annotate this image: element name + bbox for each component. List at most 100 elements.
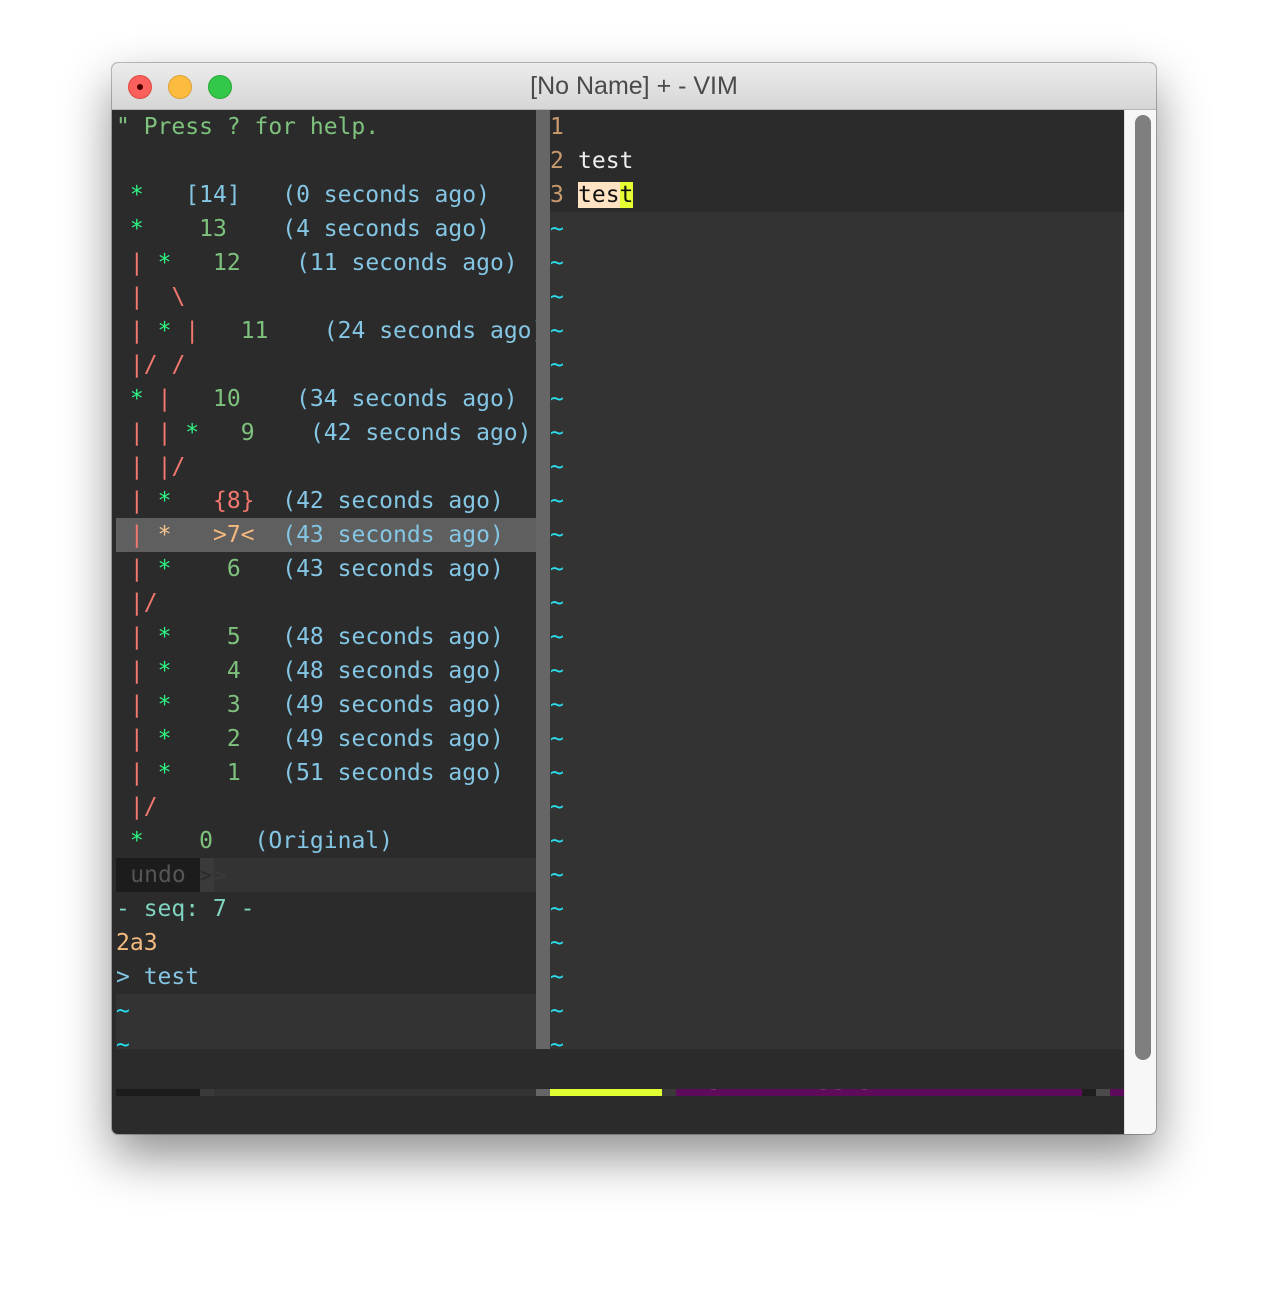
undotree-seq-number: 6 xyxy=(185,556,255,582)
undotree-timestamp: (49 seconds ago) xyxy=(254,692,504,718)
editor-line[interactable]: 3 test xyxy=(550,178,1124,212)
diff-change-ref: 2a3 xyxy=(116,930,158,956)
statusline-separator: > xyxy=(200,858,214,892)
undotree-pane[interactable]: " Press ? for help. * [14] (0 seconds ag… xyxy=(116,110,536,1098)
empty-line-marker: ~ xyxy=(550,794,564,820)
empty-line-marker: ~ xyxy=(116,998,130,1024)
empty-line-marker: ~ xyxy=(550,556,564,582)
empty-line-marker: ~ xyxy=(550,828,564,854)
line-number: 1 xyxy=(550,114,564,140)
undotree-graph: | * xyxy=(129,556,172,582)
undotree-graph: |/ / xyxy=(129,352,186,378)
undotree-timestamp: (0 seconds ago) xyxy=(240,182,490,208)
undotree-graph: | * | xyxy=(129,318,200,344)
undotree-graph-row: |/ xyxy=(116,790,536,824)
empty-line-marker: ~ xyxy=(550,624,564,650)
editor-line[interactable]: 2 test xyxy=(550,144,1124,178)
editor-line[interactable]: 1 xyxy=(550,110,1124,144)
undotree-timestamp: (51 seconds ago) xyxy=(254,760,504,786)
undotree-graph-row: |/ / xyxy=(116,348,536,382)
line-text: test xyxy=(578,148,634,174)
scrollbar[interactable] xyxy=(1124,110,1156,1134)
scrollbar-thumb[interactable] xyxy=(1135,115,1151,1060)
title-bar: [No Name] + - VIM xyxy=(112,63,1156,110)
undotree-graph: | * xyxy=(129,522,172,548)
undotree-entry[interactable]: * | 10 (34 seconds ago) xyxy=(116,382,536,416)
undotree-entry[interactable]: | * >7< (43 seconds ago) xyxy=(116,518,536,552)
empty-line-marker: ~ xyxy=(550,284,564,310)
empty-line-marker: ~ xyxy=(550,386,564,412)
undotree-seq-number: 11 xyxy=(213,318,283,344)
empty-line-marker: ~ xyxy=(550,590,564,616)
undotree-entry[interactable]: * 13 (4 seconds ago) xyxy=(116,212,536,246)
undotree-graph: |/ xyxy=(129,794,158,820)
undotree-graph: | * xyxy=(129,692,172,718)
undotree-graph: * xyxy=(129,216,144,242)
undotree-timestamp: (Original) xyxy=(226,828,393,854)
undotree-entry[interactable]: | * | 11 (24 seconds ago) xyxy=(116,314,536,348)
empty-line-marker: ~ xyxy=(550,488,564,514)
undotree-entry[interactable]: | * 2 (49 seconds ago) xyxy=(116,722,536,756)
undotree-graph: | |/ xyxy=(129,454,186,480)
editor-pane[interactable]: 1 2 test 3 test ~ ~ ~ ~ ~ ~ ~ ~ ~ ~ ~ ~ ~ ~ ~ ~ ~ ~ ~ ~ ~ ~ ~ ~ ~ xyxy=(550,110,1124,1062)
undotree-graph: | | * xyxy=(129,420,200,446)
undotree-seq-number: 3 xyxy=(185,692,255,718)
empty-line-marker: ~ xyxy=(550,726,564,752)
undotree-entry[interactable]: | * {8} (42 seconds ago) xyxy=(116,484,536,518)
undotree-entry[interactable]: | * 4 (48 seconds ago) xyxy=(116,654,536,688)
undotree-timestamp: (42 seconds ago) xyxy=(254,488,504,514)
undotree-entry[interactable]: | * 12 (11 seconds ago) xyxy=(116,246,536,280)
undotree-graph: | \ xyxy=(129,284,186,310)
undotree-graph-row: | \ xyxy=(116,280,536,314)
line-number: 2 xyxy=(550,148,564,174)
undotree-seq-number: 4 xyxy=(185,658,255,684)
empty-line-marker: ~ xyxy=(550,692,564,718)
undotree-seq-number: {8} xyxy=(185,488,255,514)
undotree-entry[interactable]: * [14] (0 seconds ago) xyxy=(116,178,536,212)
undotree-timestamp: (34 seconds ago) xyxy=(254,386,518,412)
vertical-split-separator[interactable] xyxy=(536,110,550,1096)
undotree-timestamp: (43 seconds ago) xyxy=(254,522,504,548)
empty-line-marker: ~ xyxy=(550,658,564,684)
undotree-entry[interactable]: | * 3 (49 seconds ago) xyxy=(116,688,536,722)
undotree-graph: | * xyxy=(129,760,172,786)
undotree-entry[interactable]: | * 5 (48 seconds ago) xyxy=(116,620,536,654)
undotree-entry[interactable]: * 0 (Original) xyxy=(116,824,536,858)
empty-line-marker: ~ xyxy=(550,930,564,956)
undotree-entry[interactable]: | * 1 (51 seconds ago) xyxy=(116,756,536,790)
diff-panel[interactable]: - seq: 7 - 2a3 > test xyxy=(116,892,536,994)
undotree-seq-number: 5 xyxy=(185,624,255,650)
undotree-seq-number: 10 xyxy=(185,386,255,412)
text-cursor: t xyxy=(619,182,634,208)
empty-line-marker: ~ xyxy=(550,862,564,888)
window-title: [No Name] + - VIM xyxy=(530,72,738,100)
undotree-graph-row: | |/ xyxy=(116,450,536,484)
empty-line-marker: ~ xyxy=(550,352,564,378)
undotree-entry[interactable]: | | * 9 (42 seconds ago) xyxy=(116,416,536,450)
undotree-graph: | * xyxy=(129,726,172,752)
vim-window: [No Name] + - VIM " Press ? for help. * … xyxy=(112,63,1156,1134)
undotree-statusline-label: undo xyxy=(116,858,200,892)
empty-line-marker: ~ xyxy=(550,964,564,990)
undotree-seq-number: [14] xyxy=(171,182,241,208)
empty-line-marker: ~ xyxy=(550,420,564,446)
empty-line-marker: ~ xyxy=(550,896,564,922)
undotree-timestamp: (4 seconds ago) xyxy=(240,216,490,242)
undotree-seq-number: >7< xyxy=(185,522,255,548)
empty-line-marker: ~ xyxy=(550,522,564,548)
undotree-timestamp: (24 seconds ago) xyxy=(282,318,536,344)
undotree-seq-number: 1 xyxy=(185,760,255,786)
empty-line-marker: ~ xyxy=(550,760,564,786)
statusline-separator-arrow: > xyxy=(214,863,227,887)
empty-line-marker: ~ xyxy=(550,318,564,344)
undotree-timestamp: (43 seconds ago) xyxy=(254,556,504,582)
undotree-seq-number: 2 xyxy=(185,726,255,752)
undotree-entry[interactable]: | * 6 (43 seconds ago) xyxy=(116,552,536,586)
undotree-graph: * xyxy=(129,828,144,854)
empty-line-marker: ~ xyxy=(550,998,564,1024)
command-line[interactable] xyxy=(112,1049,1156,1089)
terminal-area: " Press ? for help. * [14] (0 seconds ag… xyxy=(116,110,1128,1098)
line-number: 3 xyxy=(550,182,564,208)
undotree-timestamp: (42 seconds ago) xyxy=(268,420,532,446)
undotree-graph: | * xyxy=(129,250,172,276)
